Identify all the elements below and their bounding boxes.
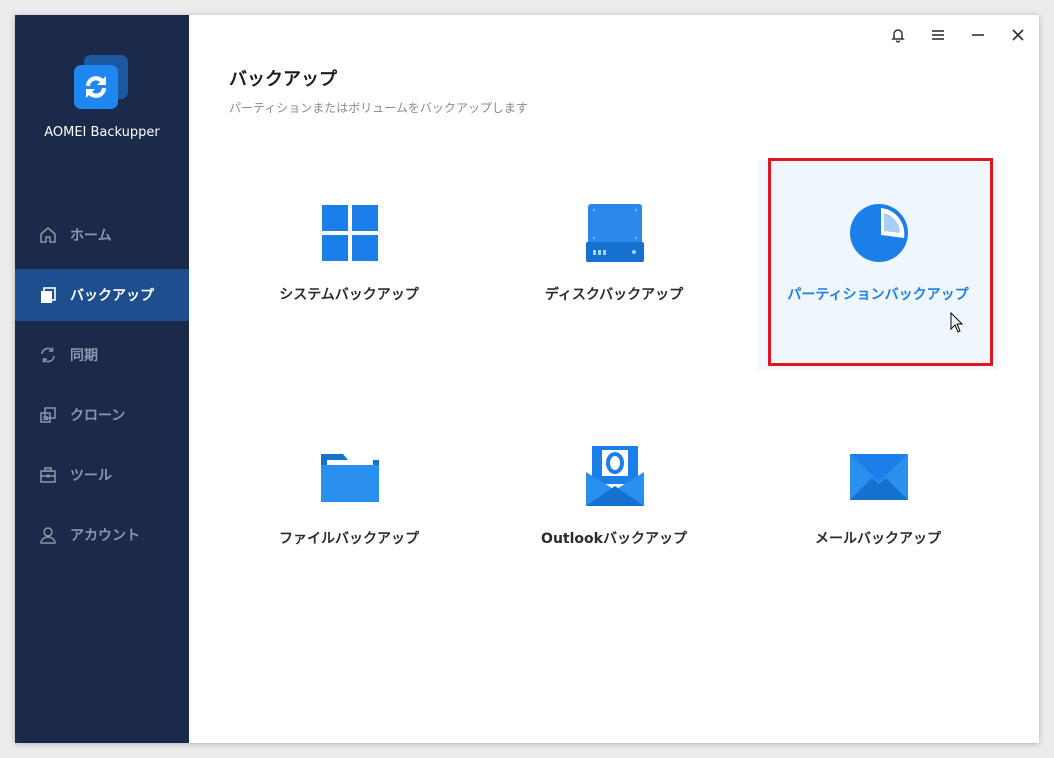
page-subtitle: パーティションまたはボリュームをバックアップします xyxy=(229,101,528,115)
disk-drive-icon xyxy=(586,204,644,262)
clone-icon xyxy=(38,405,58,425)
sidebar: AOMEI Backupper ホーム バックアップ 同期 クローン ツール ア… xyxy=(15,15,189,743)
app-name: AOMEI Backupper xyxy=(44,125,160,140)
selection-highlight-box xyxy=(768,158,993,366)
sidebar-item-label: クローン xyxy=(70,408,126,424)
backup-icon xyxy=(38,285,58,305)
outlook-backup-card[interactable]: Outlookバックアップ xyxy=(494,404,734,614)
sidebar-item-account[interactable]: アカウント xyxy=(15,509,189,561)
card-label: Outlookバックアップ xyxy=(541,531,687,547)
disk-backup-card[interactable]: ディスクバックアップ xyxy=(494,160,734,370)
sidebar-item-label: バックアップ xyxy=(70,288,154,304)
card-label: システムバックアップ xyxy=(279,287,419,303)
card-label: ファイルバックアップ xyxy=(279,531,419,547)
sidebar-item-backup[interactable]: バックアップ xyxy=(15,269,189,321)
sidebar-item-label: ツール xyxy=(70,468,112,484)
sync-icon xyxy=(38,345,58,365)
mail-envelope-icon xyxy=(850,454,908,500)
menu-icon xyxy=(932,30,944,40)
bell-icon xyxy=(891,29,905,43)
mouse-pointer-icon xyxy=(950,312,964,333)
app-window: AOMEI Backupper ホーム バックアップ 同期 クローン ツール ア… xyxy=(15,15,1039,743)
outlook-icon xyxy=(586,446,644,506)
mail-backup-card[interactable]: メールバックアップ xyxy=(758,404,998,614)
page-title: バックアップ xyxy=(229,69,337,90)
account-icon xyxy=(38,525,58,545)
minimize-icon xyxy=(972,34,984,36)
notification-button[interactable] xyxy=(886,23,910,47)
sidebar-item-home[interactable]: ホーム xyxy=(15,209,189,261)
folder-icon xyxy=(321,454,379,502)
home-icon xyxy=(38,225,58,245)
system-backup-card[interactable]: システムバックアップ xyxy=(229,160,469,370)
close-button[interactable] xyxy=(1006,23,1030,47)
toolbox-icon xyxy=(38,465,58,485)
menu-button[interactable] xyxy=(926,23,950,47)
card-label: ディスクバックアップ xyxy=(544,287,684,303)
sidebar-item-label: 同期 xyxy=(70,348,98,364)
sidebar-item-clone[interactable]: クローン xyxy=(15,389,189,441)
sidebar-item-tools[interactable]: ツール xyxy=(15,449,189,501)
file-backup-card[interactable]: ファイルバックアップ xyxy=(229,404,469,614)
windows-logo-icon xyxy=(322,205,378,261)
aomei-logo-icon xyxy=(74,55,128,109)
sidebar-item-label: アカウント xyxy=(70,528,140,544)
minimize-button[interactable] xyxy=(966,23,990,47)
sidebar-item-sync[interactable]: 同期 xyxy=(15,329,189,381)
sidebar-item-label: ホーム xyxy=(70,228,112,244)
close-icon xyxy=(1012,29,1024,41)
card-label: メールバックアップ xyxy=(815,531,941,547)
